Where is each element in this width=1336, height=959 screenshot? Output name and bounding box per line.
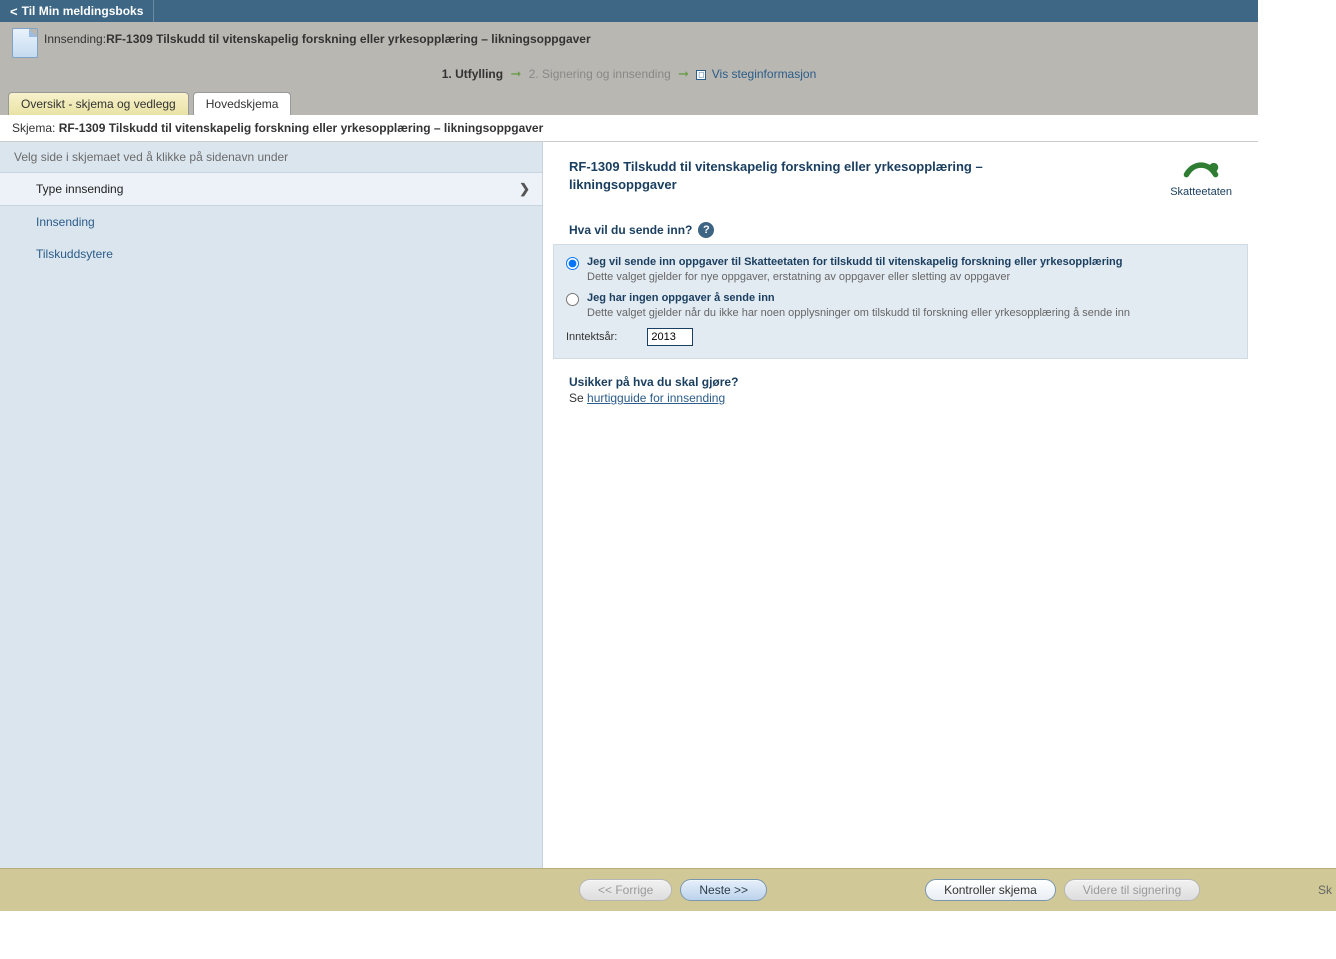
radio-send-oppgaver[interactable]: [566, 257, 579, 270]
schema-title: RF-1309 Tilskudd til vitenskapelig forsk…: [59, 121, 544, 135]
agency-name: Skatteetaten: [1170, 186, 1232, 198]
radio-ingen-oppgaver[interactable]: [566, 293, 579, 306]
continue-signing-button: Videre til signering: [1064, 879, 1201, 901]
see-prefix: Se: [569, 391, 584, 405]
quick-guide-link[interactable]: hurtigguide for innsending: [587, 391, 725, 405]
radio-ingen-oppgaver-desc: Dette valget gjelder når du ikke har noe…: [587, 306, 1130, 321]
step1-label: Utfylling: [455, 67, 503, 81]
skatteetaten-icon: [1181, 158, 1221, 184]
next-button[interactable]: Neste >>: [680, 879, 767, 901]
arrow-right-icon: ➞: [510, 66, 521, 81]
income-year-input[interactable]: [647, 328, 693, 346]
back-label: Til Min meldingsboks: [22, 4, 144, 18]
schema-label: Skjema:: [12, 121, 55, 135]
control-form-button[interactable]: Kontroller skjema: [925, 879, 1056, 901]
unsure-heading: Usikker på hva du skal gjøre?: [543, 359, 1258, 391]
expand-toggle-icon[interactable]: ◻: [696, 70, 706, 80]
radio-send-oppgaver-label: Jeg vil sende inn oppgaver til Skatteeta…: [587, 255, 1122, 270]
submission-prefix: Innsending:: [44, 32, 106, 46]
tab-main-form[interactable]: Hovedskjema: [193, 92, 292, 115]
sidebar-item-label: Type innsending: [36, 182, 123, 196]
agency-logo: Skatteetaten: [1170, 158, 1232, 198]
submission-title: Innsending:RF-1309 Tilskudd til vitenska…: [44, 28, 591, 46]
chevron-right-icon: ❯: [519, 181, 530, 197]
sidebar-item-tilskuddsytere[interactable]: Tilskuddsytere: [0, 238, 542, 270]
step2-num: 2.: [529, 67, 539, 81]
tab-overview[interactable]: Oversikt - skjema og vedlegg: [8, 92, 189, 115]
form-heading: RF-1309 Tilskudd til vitenskapelig forsk…: [569, 158, 989, 198]
show-step-info-link[interactable]: Vis steginformasjon: [712, 67, 817, 81]
arrow-right-icon: ➞: [678, 66, 689, 81]
question-text: Hva vil du sende inn?: [569, 223, 692, 237]
back-to-inbox-link[interactable]: < Til Min meldingsboks: [0, 0, 154, 22]
document-icon: [12, 28, 38, 58]
footer-bar: << Forrige Neste >> Kontroller skjema Vi…: [0, 868, 1336, 911]
footer-cutoff-text: Sk: [1318, 883, 1332, 897]
step-indicator: 1. Utfylling ➞ 2. Signering og innsendin…: [0, 58, 1258, 92]
radio-send-oppgaver-desc: Dette valget gjelder for nye oppgaver, e…: [587, 270, 1122, 285]
sidebar-item-type-innsending[interactable]: Type innsending ❯: [0, 172, 542, 206]
submission-form-name: RF-1309 Tilskudd til vitenskapelig forsk…: [106, 32, 591, 46]
step1-num: 1.: [442, 67, 452, 81]
options-panel: Jeg vil sende inn oppgaver til Skatteeta…: [553, 244, 1248, 359]
step2-label: Signering og innsending: [542, 67, 671, 81]
help-icon[interactable]: ?: [698, 222, 714, 238]
radio-ingen-oppgaver-label: Jeg har ingen oppgaver å sende inn: [587, 291, 1130, 306]
income-year-label: Inntektsår:: [566, 331, 617, 343]
sidebar-instruction: Velg side i skjemaet ved å klikke på sid…: [0, 142, 542, 172]
sidebar-item-innsending[interactable]: Innsending: [0, 206, 542, 238]
prev-button: << Forrige: [579, 879, 672, 901]
schema-title-row: Skjema: RF-1309 Tilskudd til vitenskapel…: [0, 115, 1258, 142]
chevron-left-icon: <: [10, 4, 18, 19]
